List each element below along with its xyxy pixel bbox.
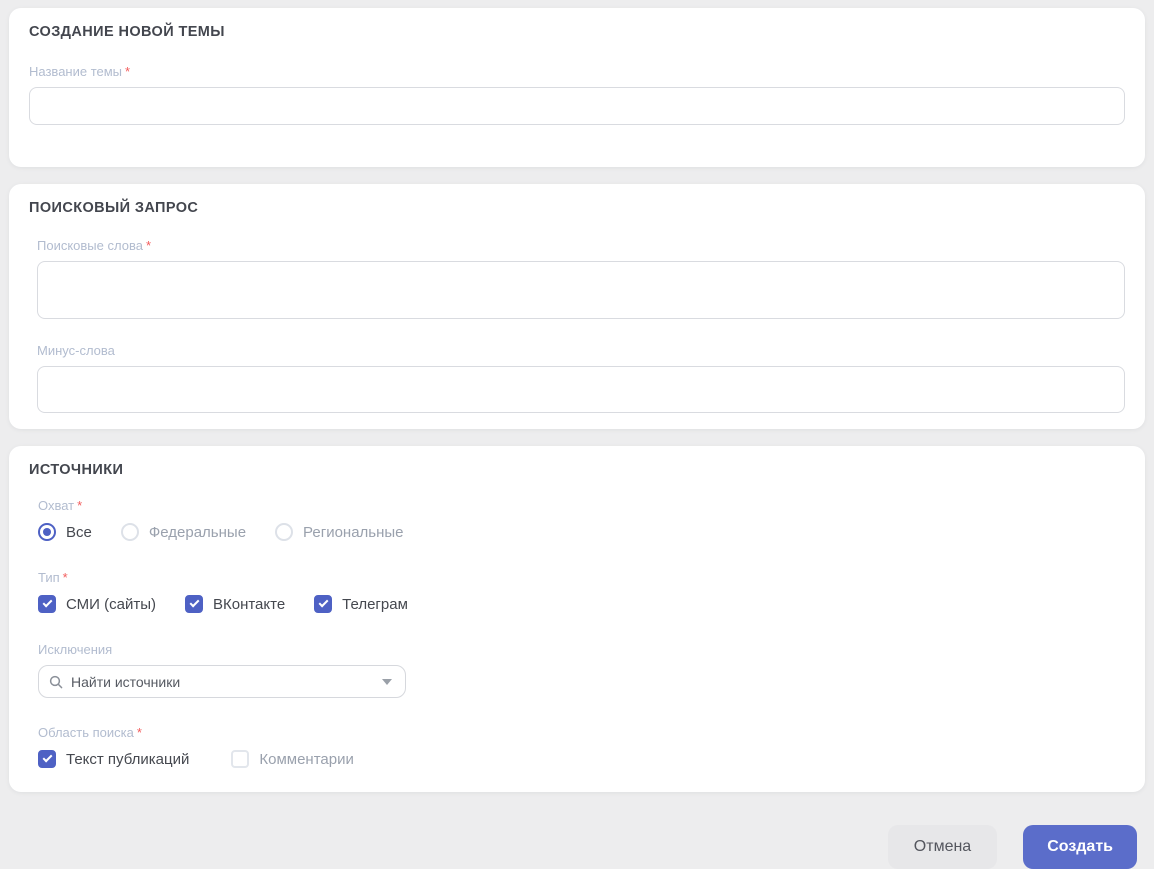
checkbox-label: СМИ (сайты) xyxy=(66,595,156,613)
minus-words-field: Минус-слова xyxy=(37,343,1125,413)
radio-coverage-all[interactable]: Все xyxy=(38,523,92,541)
type-label: Тип * xyxy=(38,570,68,585)
radio-icon[interactable] xyxy=(275,523,294,541)
scope-options-row: Текст публикаций Комментарии xyxy=(38,748,1125,770)
required-asterisk: * xyxy=(145,238,152,253)
coverage-options-row: Все Федеральные Региональные xyxy=(38,521,1125,543)
checkmark-icon xyxy=(189,597,200,608)
topic-name-field: Название темы * xyxy=(29,64,1125,125)
exclusions-label: Исключения xyxy=(38,642,113,657)
checkbox-icon[interactable] xyxy=(38,750,56,768)
exclusions-group: Исключения Найти источники xyxy=(38,642,1125,698)
radio-icon[interactable] xyxy=(38,523,56,541)
radio-label: Все xyxy=(66,523,92,541)
checkbox-icon[interactable] xyxy=(184,595,203,613)
checkbox-icon[interactable] xyxy=(314,595,333,613)
sources-card-title: ИСТОЧНИКИ xyxy=(29,462,124,478)
create-button[interactable]: Создать xyxy=(1023,825,1137,869)
topic-name-input[interactable] xyxy=(29,87,1125,125)
caret-down-icon[interactable] xyxy=(382,678,392,685)
radio-label: Региональные xyxy=(303,523,404,541)
type-group: Тип * СМИ (сайты) ВКонтакте Телеграм xyxy=(38,570,1125,615)
scope-group: Область поиска * Текст публикаций Коммент… xyxy=(38,725,1125,770)
checkbox-scope-publication-text[interactable]: Текст публикаций xyxy=(38,750,189,768)
sources-card: ИСТОЧНИКИ Охват * Все Федеральные Регион… xyxy=(9,446,1145,792)
coverage-label: Охват * xyxy=(38,498,83,513)
create-topic-page: СОЗДАНИЕ НОВОЙ ТЕМЫ Название темы * ПОИСК… xyxy=(0,0,1154,869)
checkbox-type-telegram[interactable]: Телеграм xyxy=(314,595,408,613)
radio-label: Федеральные xyxy=(148,523,247,541)
checkbox-icon[interactable] xyxy=(231,750,250,768)
checkbox-label: Текст публикаций xyxy=(66,750,190,768)
required-asterisk: * xyxy=(62,570,68,585)
keywords-textarea[interactable] xyxy=(37,261,1125,319)
checkbox-type-smi[interactable]: СМИ (сайты) xyxy=(38,595,156,613)
coverage-group: Охват * Все Федеральные Региональные xyxy=(38,498,1125,543)
minus-words-label: Минус-слова xyxy=(37,343,115,358)
topic-name-label: Название темы * xyxy=(29,64,131,79)
required-asterisk: * xyxy=(77,498,83,513)
topic-card: СОЗДАНИЕ НОВОЙ ТЕМЫ Название темы * xyxy=(9,8,1145,167)
scope-label: Область поиска * xyxy=(38,725,142,740)
checkbox-label: ВКонтакте xyxy=(212,595,286,613)
checkbox-scope-comments[interactable]: Комментарии xyxy=(231,750,354,768)
search-query-card-title: ПОИСКОВЫЙ ЗАПРОС xyxy=(29,200,199,216)
search-query-card: ПОИСКОВЫЙ ЗАПРОС Поисковые слова * Минус-… xyxy=(9,184,1145,429)
checkmark-icon xyxy=(318,597,329,608)
keywords-label: Поисковые слова * xyxy=(37,238,152,253)
exclusions-select-placeholder: Найти источники xyxy=(71,673,181,690)
topic-card-title: СОЗДАНИЕ НОВОЙ ТЕМЫ xyxy=(29,24,225,40)
radio-coverage-federal[interactable]: Федеральные xyxy=(120,523,247,541)
keywords-field: Поисковые слова * xyxy=(37,238,1125,319)
checkbox-label: Телеграм xyxy=(342,595,408,613)
radio-coverage-regional[interactable]: Региональные xyxy=(275,523,404,541)
form-actions: Отмена Создать xyxy=(9,809,1145,869)
checkbox-icon[interactable] xyxy=(38,595,56,613)
cancel-button[interactable]: Отмена xyxy=(887,825,998,869)
search-icon xyxy=(49,675,63,689)
exclusions-source-select[interactable]: Найти источники xyxy=(38,665,406,698)
checkmark-icon xyxy=(42,597,53,608)
minus-words-textarea[interactable] xyxy=(37,366,1125,413)
radio-icon[interactable] xyxy=(120,523,139,541)
checkmark-icon xyxy=(42,752,53,763)
checkbox-label: Комментарии xyxy=(259,750,354,768)
type-options-row: СМИ (сайты) ВКонтакте Телеграм xyxy=(38,593,1125,615)
required-asterisk: * xyxy=(136,725,142,740)
checkbox-type-vkontakte[interactable]: ВКонтакте xyxy=(184,595,286,613)
required-asterisk: * xyxy=(125,64,131,79)
